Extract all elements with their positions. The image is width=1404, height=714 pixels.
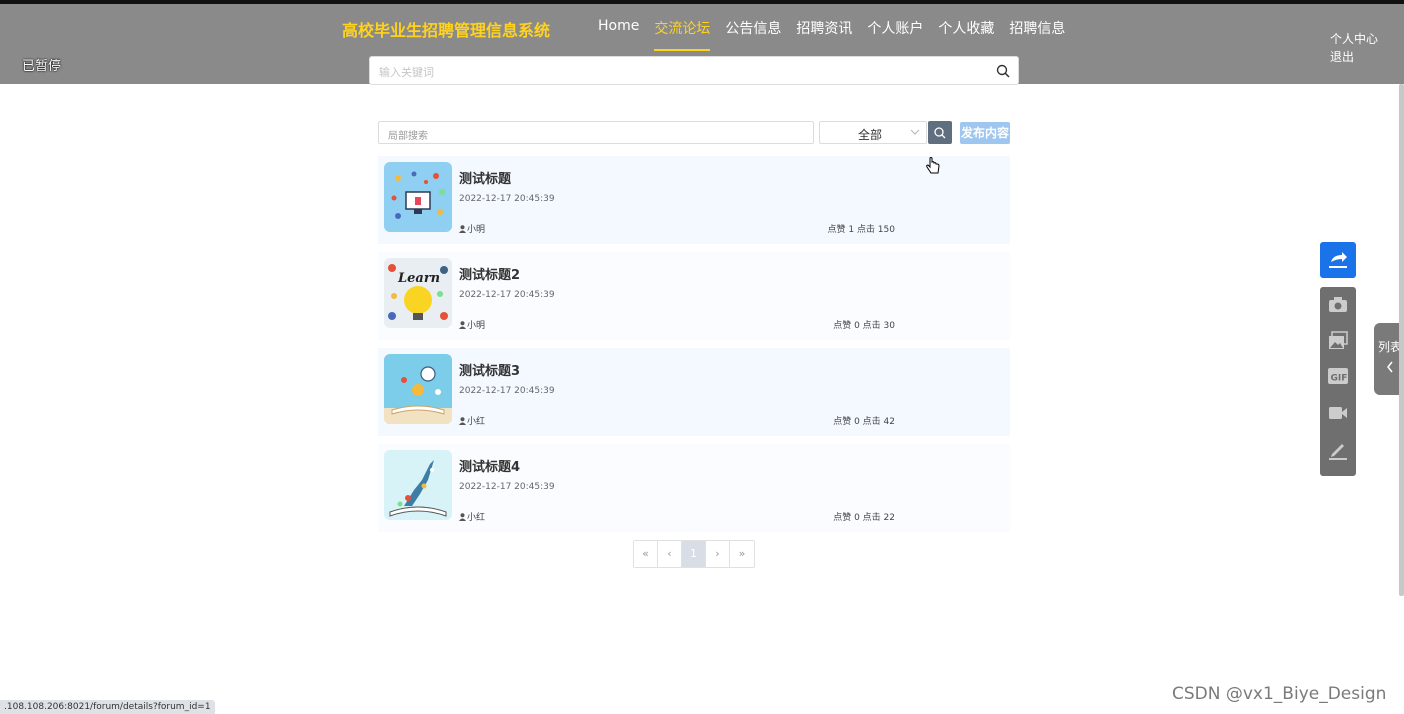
user-icon — [459, 417, 466, 425]
post-stats: 点赞 0 点击 22 — [833, 513, 895, 523]
post-time: 2022-12-17 20:45:39 — [459, 386, 555, 396]
publish-button[interactable]: 发布内容 — [960, 122, 1010, 144]
post-title[interactable]: 测试标题4 — [459, 456, 520, 475]
logout-link[interactable]: 退出 — [1330, 48, 1378, 66]
nav-item-favorites[interactable]: 个人收藏 — [938, 18, 994, 51]
local-search-placeholder: 局部搜索 — [388, 131, 428, 142]
post-thumbnail[interactable]: Learn — [384, 258, 452, 328]
post-author-name: 小红 — [467, 513, 486, 523]
post-title[interactable]: 测试标题 — [459, 168, 511, 187]
forum-post[interactable]: Learn 测试标题2 2022-12-17 20:45:39 小明 点赞 0 … — [378, 252, 1010, 340]
user-icon — [459, 225, 466, 233]
chevron-left-icon — [1386, 361, 1394, 376]
post-thumbnail[interactable] — [384, 450, 452, 520]
post-author-name: 小红 — [467, 417, 486, 427]
local-search-input[interactable]: 局部搜索 — [378, 121, 814, 144]
chevron-down-icon — [910, 125, 920, 142]
post-stats: 点赞 1 点击 150 — [827, 225, 896, 235]
nav-item-recruit-news[interactable]: 招聘资讯 — [796, 18, 852, 51]
post-stats: 点赞 0 点击 30 — [833, 321, 895, 331]
search-placeholder: 输入关键词 — [379, 66, 434, 79]
forum-post[interactable]: 测试标题3 2022-12-17 20:45:39 小红 点赞 0 点击 42 — [378, 348, 1010, 436]
status-bar-url: .108.108.206:8021/forum/details?forum_id… — [0, 700, 215, 714]
site-header: 高校毕业生招聘管理信息系统 Home 交流论坛 公告信息 招聘资讯 个人账户 个… — [0, 4, 1404, 85]
post-author: 小红 — [459, 414, 485, 427]
post-time: 2022-12-17 20:45:39 — [459, 194, 555, 204]
post-title[interactable]: 测试标题3 — [459, 360, 520, 379]
page-last-button[interactable]: » — [730, 541, 754, 567]
post-time: 2022-12-17 20:45:39 — [459, 482, 555, 492]
local-search-button[interactable] — [928, 121, 952, 144]
nav-item-announcements[interactable]: 公告信息 — [725, 18, 781, 51]
post-thumbnail[interactable] — [384, 162, 452, 232]
category-select-value: 全部 — [858, 128, 883, 142]
post-author-name: 小明 — [467, 225, 486, 235]
search-icon — [934, 127, 946, 139]
page-first-button[interactable]: « — [634, 541, 658, 567]
post-title[interactable]: 测试标题2 — [459, 264, 520, 283]
post-time: 2022-12-17 20:45:39 — [459, 290, 555, 300]
forum-post[interactable]: 测试标题 2022-12-17 20:45:39 小明 点赞 1 点击 150 — [378, 156, 1010, 244]
share-button[interactable] — [1320, 242, 1356, 278]
search-icon[interactable] — [996, 63, 1010, 82]
nav-item-personal-account[interactable]: 个人账户 — [867, 18, 923, 51]
user-icon — [459, 513, 466, 521]
user-icon — [459, 321, 466, 329]
image-icon[interactable] — [1328, 331, 1348, 351]
share-icon — [1329, 252, 1347, 268]
post-stats: 点赞 0 点击 42 — [833, 417, 895, 427]
watermark: CSDN @vx1_Biye_Design — [1172, 684, 1387, 704]
main-nav: Home 交流论坛 公告信息 招聘资讯 个人账户 个人收藏 招聘信息 — [598, 18, 1080, 51]
nav-item-home[interactable]: Home — [598, 18, 639, 51]
post-thumbnail[interactable] — [384, 354, 452, 424]
gif-icon[interactable]: GIF — [1328, 366, 1348, 386]
page-prev-button[interactable]: ‹ — [658, 541, 682, 567]
nav-item-recruit-info[interactable]: 招聘信息 — [1009, 18, 1065, 51]
global-search-input[interactable]: 输入关键词 — [369, 56, 1019, 85]
post-author: 小明 — [459, 318, 485, 331]
page-scrollbar[interactable] — [1399, 84, 1404, 596]
camera-icon[interactable] — [1328, 295, 1348, 315]
post-author-name: 小明 — [467, 321, 486, 331]
svg-text:Learn: Learn — [397, 271, 440, 286]
nav-item-forum[interactable]: 交流论坛 — [654, 18, 711, 51]
forum-post[interactable]: 测试标题4 2022-12-17 20:45:39 小红 点赞 0 点击 22 — [378, 444, 1010, 532]
page-next-button[interactable]: › — [706, 541, 730, 567]
page-number-button[interactable]: 1 — [682, 541, 706, 567]
post-author: 小明 — [459, 222, 485, 235]
screenshot-toolbar: GIF — [1320, 287, 1356, 476]
user-center-link[interactable]: 个人中心 — [1330, 30, 1378, 48]
video-icon[interactable] — [1328, 403, 1348, 423]
site-title[interactable]: 高校毕业生招聘管理信息系统 — [342, 17, 550, 41]
paused-label: 已暂停 — [22, 59, 62, 74]
svg-text:GIF: GIF — [1331, 374, 1348, 384]
post-author: 小红 — [459, 510, 485, 523]
category-select[interactable]: 全部 — [819, 121, 927, 144]
hand-cursor-icon — [926, 157, 940, 179]
pen-icon[interactable] — [1328, 440, 1348, 460]
user-links: 个人中心 退出 — [1330, 30, 1378, 66]
pagination: « ‹ 1 › » — [633, 540, 755, 568]
